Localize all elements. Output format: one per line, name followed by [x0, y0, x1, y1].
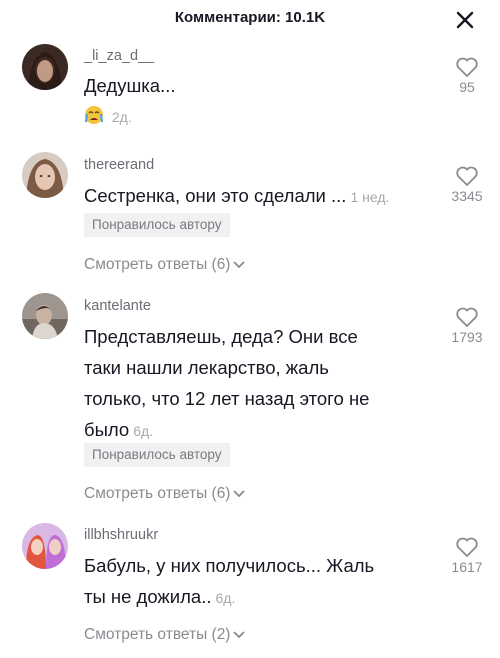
liked-by-author-badge: Понравилось автору: [84, 443, 230, 467]
comment-username[interactable]: illbhshruukr: [84, 527, 158, 543]
close-icon[interactable]: [454, 9, 476, 31]
like-button[interactable]: 95: [442, 56, 492, 95]
chevron-down-icon: [233, 631, 246, 639]
comment-body-line: только, что 12 лет назад этого не: [84, 388, 370, 409]
comment-meta: 2д.: [84, 105, 132, 128]
comment-body-line: таки нашли лекарство, жаль: [84, 357, 329, 378]
avatar[interactable]: [22, 152, 68, 198]
view-replies-button[interactable]: Смотреть ответы (6): [84, 485, 246, 503]
avatar[interactable]: [22, 44, 68, 90]
comment-body-line: было: [84, 419, 130, 440]
comment-body: Сестренка, они это сделали ...: [84, 185, 347, 206]
view-replies-button[interactable]: Смотреть ответы (2): [84, 626, 246, 644]
view-replies-label: Смотреть ответы (6): [84, 256, 231, 273]
like-button[interactable]: 1617: [442, 536, 492, 575]
like-count: 3345: [451, 188, 483, 204]
like-button[interactable]: 3345: [442, 165, 492, 204]
like-button[interactable]: 1793: [442, 306, 492, 345]
comments-title: Комментарии: 10.1K: [174, 9, 326, 26]
comment-body-line: ты не дожила..: [84, 586, 212, 607]
comment-text: Дедушка...: [84, 70, 404, 101]
heart-outline-icon[interactable]: [455, 306, 479, 328]
liked-by-author-badge: Понравилось автору: [84, 213, 230, 237]
comment-text: Представляешь, деда? Они все таки нашли …: [84, 321, 404, 447]
comment-body-line: Представляешь, деда? Они все: [84, 326, 358, 347]
comment-username[interactable]: _li_za_d__: [84, 48, 154, 64]
crying-face-emoji: [84, 105, 104, 128]
comment-body-line: Бабуль, у них получилось... Жаль: [84, 555, 375, 576]
comment-text: Бабуль, у них получилось... Жаль ты не д…: [84, 550, 404, 614]
avatar[interactable]: [22, 523, 68, 569]
comment-body: Дедушка...: [84, 75, 176, 96]
heart-outline-icon[interactable]: [455, 165, 479, 187]
comment-username[interactable]: kantelante: [84, 298, 151, 314]
heart-outline-icon[interactable]: [455, 536, 479, 558]
comment-time: 6д.: [215, 590, 236, 606]
comment-username[interactable]: thereerand: [84, 157, 154, 173]
view-replies-label: Смотреть ответы (6): [84, 485, 231, 502]
view-replies-button[interactable]: Смотреть ответы (6): [84, 256, 246, 274]
like-count: 95: [459, 79, 475, 95]
like-count: 1793: [451, 329, 483, 345]
chevron-down-icon: [233, 261, 246, 269]
view-replies-label: Смотреть ответы (2): [84, 626, 231, 643]
comments-header: Комментарии: 10.1K: [0, 0, 500, 38]
comment-time: 6д.: [133, 423, 154, 439]
comment-time: 2д.: [111, 109, 132, 125]
avatar[interactable]: [22, 293, 68, 339]
close-button[interactable]: [454, 9, 476, 31]
heart-outline-icon[interactable]: [455, 56, 479, 78]
chevron-down-icon: [233, 490, 246, 498]
like-count: 1617: [451, 559, 483, 575]
comment-time: 1 нед.: [350, 189, 390, 205]
comment-text: Сестренка, они это сделали ... 1 нед.: [84, 180, 444, 213]
